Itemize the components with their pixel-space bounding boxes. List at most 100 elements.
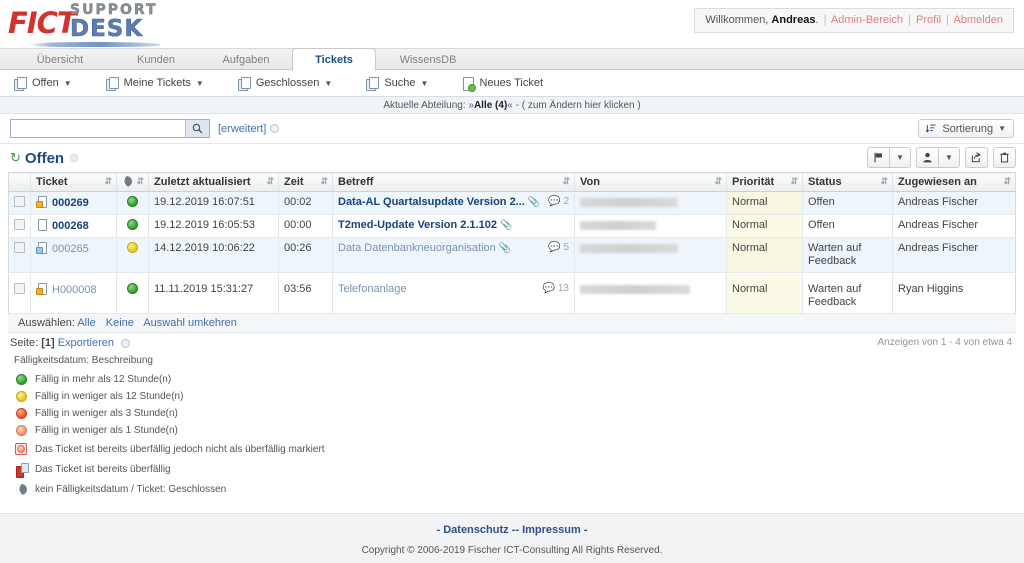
select-invert-link[interactable]: Auswahl umkehren <box>143 317 237 329</box>
subnav-item-offen[interactable]: Offen ▼ <box>14 76 72 91</box>
ticket-id-link[interactable]: H000008 <box>52 284 97 296</box>
assign-dropdown-button[interactable]: ▼ <box>938 147 960 168</box>
col-checkbox <box>8 172 31 192</box>
subnav-item-meine-tickets[interactable]: Meine Tickets ▼ <box>105 76 204 91</box>
green-dot-icon <box>127 196 138 207</box>
advanced-search-link[interactable]: [erweitert] <box>218 123 266 135</box>
attachment-icon: 📎 <box>527 197 541 208</box>
subject-link[interactable]: T2med-Update Version 2.1.102 <box>338 219 497 231</box>
row-checkbox[interactable] <box>14 242 25 253</box>
cell-status: Warten auf Feedback <box>802 272 893 314</box>
sort-arrow-icon: ⇵ <box>320 176 328 186</box>
divider: | <box>908 14 911 26</box>
green-dot-icon <box>14 374 28 385</box>
flag-button[interactable] <box>867 147 889 168</box>
app-logo[interactable]: FICT SUPPORT DESK <box>8 2 160 47</box>
quote-close: « <box>507 100 513 111</box>
sender-name-redacted <box>580 197 678 207</box>
cell-subject: Telefonanlage 💬 13 <box>332 272 575 314</box>
search-input[interactable] <box>11 120 186 137</box>
subject-link[interactable]: Telefonanlage <box>338 283 407 295</box>
forward-button[interactable] <box>965 147 988 168</box>
subnav-item-neues-ticket[interactable]: Neues Ticket <box>462 76 543 92</box>
chevron-down-icon: ▼ <box>324 78 333 88</box>
cell-ticket: 000268 <box>30 214 117 238</box>
subnav-item-geschlossen[interactable]: Geschlossen ▼ <box>237 76 333 91</box>
ticket-id-link[interactable]: 000269 <box>52 197 89 209</box>
ticket-document-icon <box>36 219 49 231</box>
tab-tickets[interactable]: Tickets <box>292 48 376 71</box>
legend-item: Das Ticket ist bereits überfällig <box>14 459 1014 479</box>
legend-text: Das Ticket ist bereits überfällig <box>35 463 171 475</box>
col-status[interactable]: Status ⇵ <box>802 172 893 192</box>
row-checkbox-cell <box>8 237 31 273</box>
select-all-link[interactable]: Alle <box>77 317 95 329</box>
cell-subject: Data-AL Quartalsupdate Version 2... 📎 💬 2 <box>332 191 575 215</box>
assign-button-group: ▼ <box>916 147 960 168</box>
row-checkbox[interactable] <box>14 283 25 294</box>
tab-aufgaben[interactable]: Aufgaben <box>200 49 292 71</box>
legend-text: Fällig in weniger als 12 Stunde(n) <box>35 391 184 402</box>
imprint-link[interactable]: Impressum <box>522 524 581 536</box>
col-from[interactable]: Von ⇵ <box>574 172 727 192</box>
cell-time: 00:00 <box>278 214 333 238</box>
flag-dropdown-button[interactable]: ▼ <box>889 147 911 168</box>
tab-uebersicht[interactable]: Übersicht <box>12 49 108 71</box>
cell-status: Offen <box>802 214 893 238</box>
row-checkbox[interactable] <box>14 219 25 230</box>
list-action-bar: ▼ ▼ <box>867 147 1016 168</box>
logout-link[interactable]: Abmelden <box>953 14 1003 26</box>
moon-icon <box>119 173 134 189</box>
title-help-icon[interactable] <box>70 154 79 162</box>
sort-button[interactable]: Sortierung ▼ <box>918 119 1014 138</box>
selection-label: Auswählen: <box>18 317 75 329</box>
tab-wissensdb[interactable]: WissensDB <box>378 49 478 71</box>
cell-assigned: Andreas Fischer <box>892 191 1016 215</box>
search-row: [erweitert] Sortierung ▼ <box>0 114 1024 144</box>
col-label: Betreff <box>338 176 374 188</box>
sort-arrow-icon: ⇵ <box>1003 176 1011 186</box>
table-row[interactable]: 000265 14.12.2019 10:06:22 00:26 Data Da… <box>8 237 1016 273</box>
admin-area-link[interactable]: Admin-Bereich <box>831 14 903 26</box>
subnav-item-suche[interactable]: Suche ▼ <box>366 76 428 91</box>
select-none-link[interactable]: Keine <box>106 317 134 329</box>
ticket-id-link[interactable]: 000265 <box>52 243 89 255</box>
table-row[interactable]: 000269 19.12.2019 16:07:51 00:02 Data-AL… <box>8 191 1016 215</box>
col-due[interactable]: ⇵ <box>116 172 149 192</box>
col-label: Status <box>808 176 842 188</box>
search-box[interactable] <box>10 119 210 138</box>
col-assigned[interactable]: Zugewiesen an ⇵ <box>892 172 1016 192</box>
cell-time: 00:02 <box>278 191 333 215</box>
sort-button-label: Sortierung <box>942 122 994 135</box>
col-updated[interactable]: Zuletzt aktualisiert ⇵ <box>148 172 279 192</box>
legend-text: Fällig in weniger als 3 Stunde(n) <box>35 408 178 419</box>
delete-button[interactable] <box>993 147 1016 168</box>
table-row[interactable]: H000008 11.11.2019 15:31:27 03:56 Telefo… <box>8 272 1016 314</box>
logo-text-desk: DESK <box>70 16 144 43</box>
refresh-icon[interactable]: ↻ <box>10 150 21 166</box>
moon-icon <box>13 481 29 497</box>
profile-link[interactable]: Profil <box>916 14 941 26</box>
col-ticket[interactable]: Ticket ⇵ <box>30 172 117 192</box>
subnav-label: Suche <box>384 77 416 89</box>
current-department-bar[interactable]: Aktuelle Abteilung: »Alle (4)« - ( zum Ä… <box>0 97 1024 114</box>
export-link[interactable]: Exportieren <box>58 337 114 349</box>
subject-link[interactable]: Data-AL Quartalsupdate Version 2... <box>338 196 525 208</box>
table-row[interactable]: 000268 19.12.2019 16:05:53 00:00 T2med-U… <box>8 214 1016 238</box>
subject-link[interactable]: Data Datenbankneuorganisation <box>338 242 496 254</box>
search-button[interactable] <box>185 120 209 137</box>
col-priority[interactable]: Priorität ⇵ <box>726 172 803 192</box>
col-time[interactable]: Zeit ⇵ <box>278 172 333 192</box>
row-checkbox[interactable] <box>14 196 25 207</box>
ticket-id-link[interactable]: 000268 <box>52 220 89 232</box>
help-icon[interactable] <box>270 124 280 133</box>
privacy-link[interactable]: Datenschutz <box>443 524 508 536</box>
col-subject[interactable]: Betreff ⇵ <box>332 172 575 192</box>
sort-arrow-icon: ⇵ <box>266 176 274 186</box>
help-icon[interactable] <box>121 338 131 348</box>
ticket-locked-icon <box>36 196 49 208</box>
sort-arrow-icon: ⇵ <box>136 176 144 186</box>
comment-count: 💬 5 <box>548 242 569 253</box>
tab-kunden[interactable]: Kunden <box>110 49 202 71</box>
assign-user-button[interactable] <box>916 147 938 168</box>
